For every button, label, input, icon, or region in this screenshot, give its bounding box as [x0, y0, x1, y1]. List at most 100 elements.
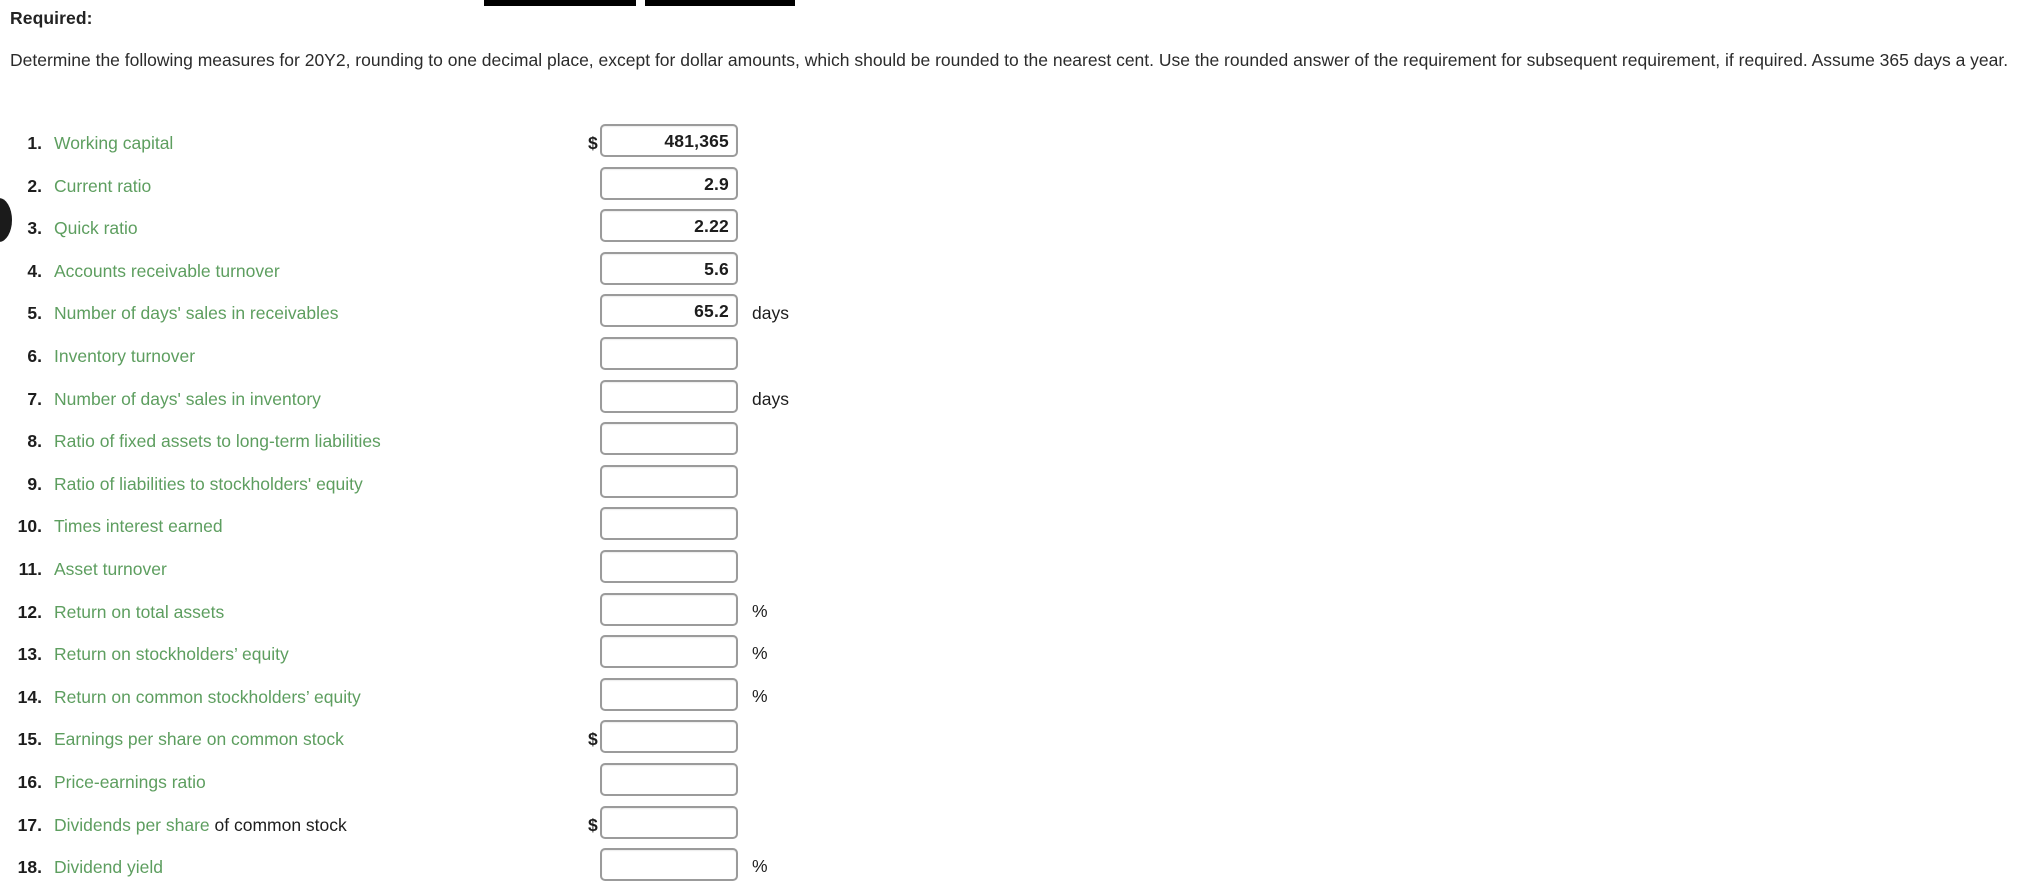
instructions-paragraph: Determine the following measures for 20Y…: [10, 50, 2009, 70]
answer-input[interactable]: [600, 848, 738, 882]
required-heading: Required:: [10, 8, 93, 28]
measure-label-green: Dividends per share: [54, 814, 210, 835]
answer-input[interactable]: [600, 549, 738, 583]
measure-label-green: Dividend yield: [54, 857, 163, 878]
measure-label: Asset turnover: [54, 559, 167, 580]
answer-value: 2.9: [704, 173, 729, 194]
measure-row: 2. Current ratio 2.9: [0, 166, 2040, 210]
measure-label-green: Number of days' sales in inventory: [54, 388, 321, 409]
answer-input[interactable]: 2.9: [600, 166, 738, 200]
redaction-bar-2: [645, 0, 795, 6]
measure-number: 2.: [27, 175, 42, 196]
measure-row: 16. Price-earnings ratio: [0, 762, 2040, 806]
answer-input[interactable]: [600, 507, 738, 541]
answer-value: 65.2: [694, 301, 729, 322]
measure-row: 17. Dividends per share of common stock $: [0, 805, 2040, 849]
measure-label-plain: of common stock: [209, 814, 347, 835]
measure-number: 18.: [17, 857, 42, 878]
measure-label-green: Number of days' sales in receivables: [54, 303, 339, 324]
dollar-sign-prefix: $: [588, 133, 598, 153]
measure-row: 5. Number of days' sales in receivables 65…: [0, 294, 2040, 337]
measure-row: 4. Accounts receivable turnover 5.6: [0, 251, 2040, 295]
measure-label-green: Ratio of fixed assets to long-term liabi…: [54, 431, 381, 452]
measure-number: 14.: [17, 686, 42, 707]
measure-label: Number of days' sales in inventory: [54, 389, 321, 410]
measure-label-green: Return on total assets: [54, 601, 225, 622]
measure-row: 9. Ratio of liabilities to stockholders' …: [0, 464, 2040, 508]
measure-number: 4.: [27, 260, 42, 281]
answer-value: 2.22: [694, 216, 729, 237]
measure-label: Return on common stockholders’ equity: [54, 687, 361, 708]
measure-label: Ratio of liabilities to stockholders' eq…: [54, 474, 363, 495]
measure-label-green: Current ratio: [54, 175, 152, 196]
measure-row: 12. Return on total assets%: [0, 592, 2040, 636]
measure-number: 10.: [17, 516, 42, 537]
measure-label: Price-earnings ratio: [54, 772, 206, 793]
measures-list: 1. Working capital $481,365 2. Current ratio…: [0, 124, 2040, 891]
measure-label: Accounts receivable turnover: [54, 261, 280, 282]
answer-input[interactable]: [600, 677, 738, 711]
measure-number: 15.: [17, 729, 42, 750]
measure-row: 7. Number of days' sales in inventory days: [0, 379, 2040, 423]
measure-label-green: Return on common stockholders’ equity: [54, 686, 361, 707]
measure-number: 12.: [17, 601, 42, 622]
answer-input[interactable]: [600, 762, 738, 796]
measure-number: 16.: [17, 771, 42, 792]
answer-input[interactable]: [600, 422, 738, 456]
answer-input[interactable]: 481,365: [600, 124, 738, 157]
worksheet-page: Required: Determine the following measur…: [0, 0, 2040, 896]
answer-input[interactable]: [600, 464, 738, 498]
redaction-bars: [0, 0, 2040, 9]
measure-number: 7.: [27, 388, 42, 409]
answer-input[interactable]: [600, 379, 738, 413]
answer-input[interactable]: [600, 805, 738, 839]
days-suffix: days: [752, 303, 789, 324]
measure-row: 10. Times interest earned: [0, 507, 2040, 550]
measure-label: Dividends per share of common stock: [54, 815, 347, 836]
measure-number: 17.: [17, 814, 42, 835]
measure-label-green: Earnings per share on common stock: [54, 729, 344, 750]
measure-label: Earnings per share on common stock: [54, 729, 344, 750]
measure-label: Return on stockholders’ equity: [54, 644, 289, 665]
answer-input[interactable]: [600, 336, 738, 370]
answer-input[interactable]: 65.2: [600, 294, 738, 328]
redaction-bar-1: [484, 0, 636, 6]
measure-label: Inventory turnover: [54, 346, 195, 367]
measure-label-green: Ratio of liabilities to stockholders' eq…: [54, 473, 363, 494]
measure-row: 13. Return on stockholders’ equity%: [0, 635, 2040, 678]
answer-input[interactable]: 5.6: [600, 251, 738, 285]
days-suffix: days: [752, 388, 789, 409]
measure-label: Number of days' sales in receivables: [54, 303, 338, 324]
measure-label-green: Asset turnover: [54, 558, 167, 579]
measure-row: 11. Asset turnover: [0, 549, 2040, 593]
measure-label: Dividend yield: [54, 857, 163, 878]
answer-input[interactable]: [600, 592, 738, 626]
measure-label-green: Accounts receivable turnover: [54, 260, 280, 281]
measure-label: Working capital: [54, 133, 173, 154]
dollar-sign-prefix: $: [588, 729, 598, 750]
measure-number: 1.: [27, 133, 42, 153]
measure-label: Return on total assets: [54, 602, 224, 623]
percent-suffix: %: [752, 600, 768, 621]
percent-suffix: %: [752, 643, 768, 664]
measure-number: 9.: [27, 473, 42, 494]
measure-label: Quick ratio: [54, 218, 138, 239]
answer-input[interactable]: [600, 635, 738, 669]
measure-label: Times interest earned: [54, 516, 223, 537]
answer-input[interactable]: [600, 720, 738, 754]
measure-label-green: Quick ratio: [54, 218, 138, 239]
measure-number: 13.: [17, 644, 42, 665]
measure-label: Ratio of fixed assets to long-term liabi…: [54, 431, 381, 452]
measure-number: 5.: [27, 303, 42, 324]
measure-label-green: Inventory turnover: [54, 345, 196, 366]
answer-input[interactable]: 2.22: [600, 209, 738, 243]
answer-value: 5.6: [704, 258, 729, 279]
dollar-sign-prefix: $: [588, 814, 598, 835]
measure-number: 6.: [27, 345, 42, 366]
measure-row: 14. Return on common stockholders’ equity…: [0, 677, 2040, 721]
measure-label-green: Times interest earned: [54, 516, 223, 537]
measure-number: 3.: [27, 218, 42, 239]
measure-number: 11.: [18, 558, 42, 579]
measure-row: 15. Earnings per share on common stock $: [0, 720, 2040, 763]
measure-row: 1. Working capital $481,365: [0, 124, 2040, 167]
